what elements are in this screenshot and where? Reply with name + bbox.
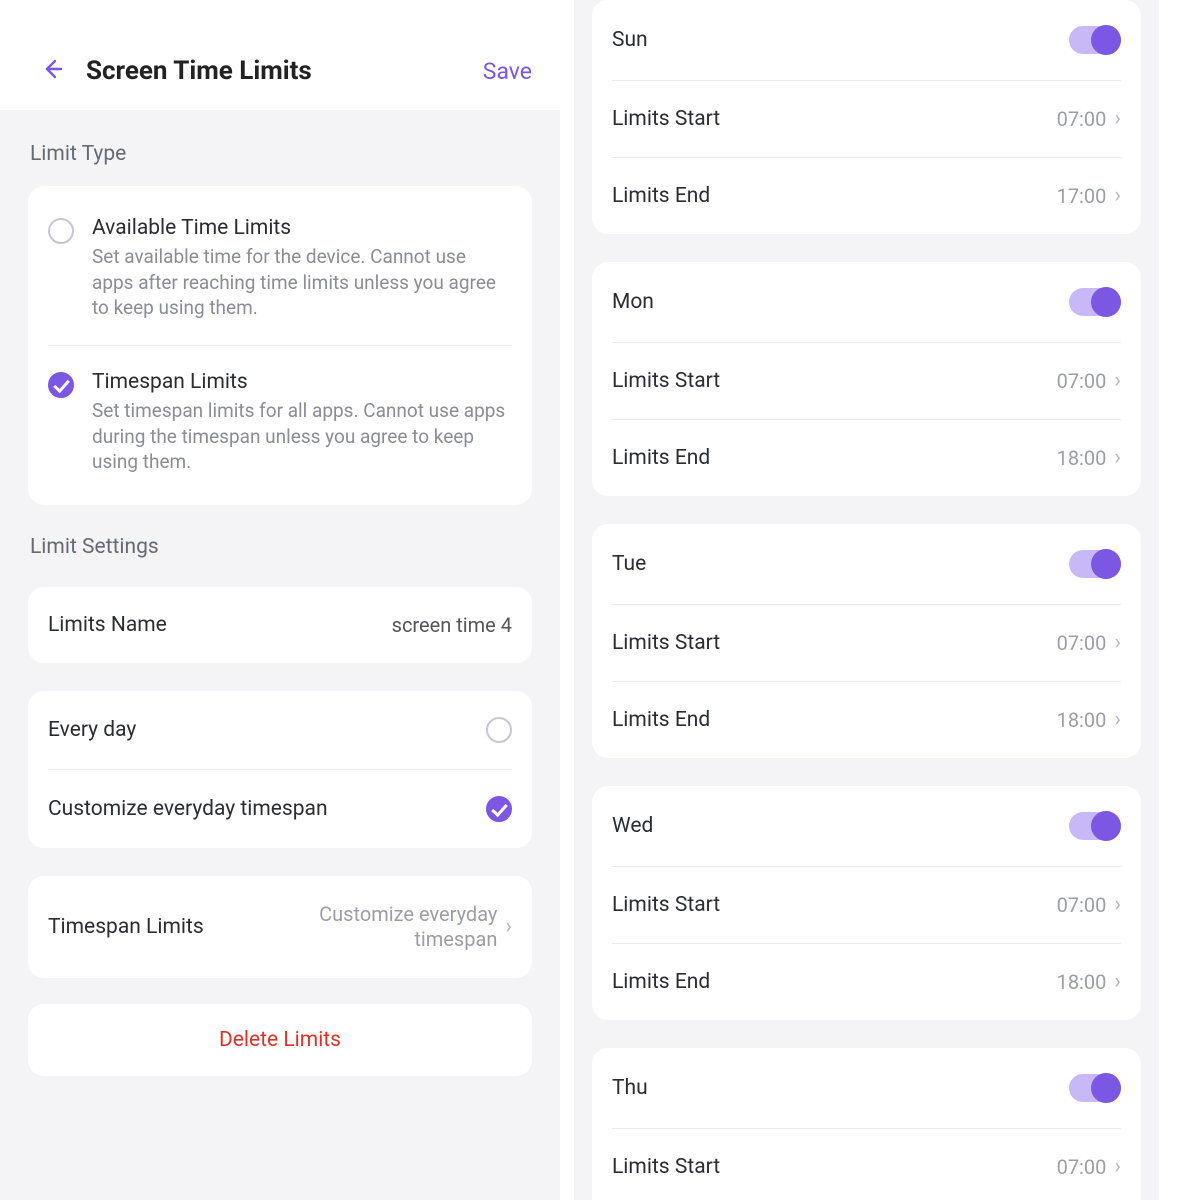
limits-end-row[interactable]: Limits End17:00 › (612, 157, 1121, 234)
chevron-right-icon: › (1114, 971, 1121, 993)
chevron-right-icon: › (1114, 370, 1121, 392)
limits-end-row[interactable]: Limits End18:00 › (612, 943, 1121, 1020)
timespan-label: Timespan Limits (48, 915, 277, 939)
day-name: Sun (612, 28, 1069, 52)
limits-start-value: 07:00 (1057, 631, 1107, 655)
day-name: Wed (612, 814, 1069, 838)
limits-end-value: 18:00 (1057, 970, 1107, 994)
limits-end-label: Limits End (612, 446, 1057, 470)
schedule-option-label: Customize everyday timespan (48, 797, 486, 821)
limit-type-desc: Set available time for the device. Canno… (92, 244, 512, 321)
limits-end-row[interactable]: Limits End18:00 › (612, 681, 1121, 758)
limits-name-label: Limits Name (48, 613, 392, 637)
schedule-option-customize[interactable]: Customize everyday timespan (48, 769, 512, 848)
chevron-right-icon: › (1114, 709, 1121, 731)
day-card-thu: ThuLimits Start07:00›Limits End18:00› (592, 1048, 1141, 1200)
limit-type-title: Timespan Limits (92, 370, 512, 394)
limits-start-row[interactable]: Limits Start07:00 › (612, 80, 1121, 157)
day-header: Mon (612, 262, 1121, 342)
day-toggle[interactable] (1069, 550, 1121, 578)
limits-start-value: 07:00 (1057, 893, 1107, 917)
header: Screen Time Limits Save (0, 0, 560, 110)
limits-end-value: 18:00 (1057, 446, 1107, 470)
day-header: Wed (612, 786, 1121, 866)
limits-start-value: 07:00 (1057, 107, 1107, 131)
day-name: Mon (612, 290, 1069, 314)
limits-start-value: 07:00 (1057, 1155, 1107, 1179)
day-name: Tue (612, 552, 1069, 576)
limit-type-card: Available Time Limits Set available time… (28, 186, 532, 505)
timespan-limits-row[interactable]: Timespan Limits Customize everyday times… (28, 876, 532, 978)
limits-start-value: 07:00 (1057, 369, 1107, 393)
day-toggle[interactable] (1069, 812, 1121, 840)
schedule-option-label: Every day (48, 718, 486, 742)
limits-start-label: Limits Start (612, 631, 1057, 655)
day-card-tue: Tue Limits Start07:00 › Limits End18:00 › (592, 524, 1141, 758)
delete-limits-button[interactable]: Delete Limits (28, 1004, 532, 1076)
day-header: Thu (612, 1048, 1121, 1128)
delete-label: Delete Limits (48, 1004, 512, 1076)
radio-icon[interactable] (48, 218, 74, 244)
day-card-sun: Sun Limits Start07:00 › Limits End17:00 › (592, 0, 1141, 234)
schedule-option-everyday[interactable]: Every day (48, 691, 512, 769)
save-button[interactable]: Save (483, 58, 532, 85)
limits-end-value: 17:00 (1057, 184, 1107, 208)
limit-type-option-available[interactable]: Available Time Limits Set available time… (48, 206, 512, 331)
day-card-wed: Wed Limits Start07:00 › Limits End18:00 › (592, 786, 1141, 1020)
limits-start-label: Limits Start (612, 1155, 1057, 1179)
page-title: Screen Time Limits (86, 56, 461, 86)
limits-name-value: screen time 4 (392, 613, 512, 637)
day-toggle[interactable] (1069, 26, 1121, 54)
day-header: Tue (612, 524, 1121, 604)
limits-start-row[interactable]: Limits Start07:00 › (612, 1128, 1121, 1200)
limit-type-desc: Set timespan limits for all apps. Cannot… (92, 398, 512, 475)
day-card-mon: Mon Limits Start07:00 › Limits End18:00 › (592, 262, 1141, 496)
chevron-right-icon: › (1114, 447, 1121, 469)
back-arrow-icon[interactable] (40, 57, 64, 86)
radio-checked-icon[interactable] (48, 372, 74, 398)
section-limit-type: Limit Type (30, 142, 532, 166)
limits-end-label: Limits End (612, 970, 1057, 994)
chevron-right-icon: › (1114, 108, 1121, 130)
day-name: Thu (612, 1076, 1069, 1100)
limit-type-option-timespan[interactable]: Timespan Limits Set timespan limits for … (48, 345, 512, 485)
chevron-right-icon: › (1114, 894, 1121, 916)
limits-start-row[interactable]: Limits Start07:00 › (612, 342, 1121, 419)
limits-start-row[interactable]: Limits Start07:00 › (612, 604, 1121, 681)
chevron-right-icon: › (1114, 1156, 1121, 1178)
limits-start-label: Limits Start (612, 107, 1057, 131)
day-header: Sun (612, 0, 1121, 80)
chevron-right-icon: › (505, 916, 512, 938)
day-toggle[interactable] (1069, 1074, 1121, 1102)
limits-end-label: Limits End (612, 184, 1057, 208)
day-toggle[interactable] (1069, 288, 1121, 316)
limits-end-value: 18:00 (1057, 708, 1107, 732)
radio-icon[interactable] (486, 717, 512, 743)
timespan-value: Customize everyday timespan (277, 902, 497, 952)
limits-start-label: Limits Start (612, 369, 1057, 393)
limits-name-card[interactable]: Limits Name screen time 4 (28, 587, 532, 663)
chevron-right-icon: › (1114, 632, 1121, 654)
limits-end-row[interactable]: Limits End18:00 › (612, 419, 1121, 496)
limit-type-title: Available Time Limits (92, 216, 512, 240)
radio-checked-icon[interactable] (486, 796, 512, 822)
section-limit-settings: Limit Settings (30, 535, 532, 559)
chevron-right-icon: › (1114, 185, 1121, 207)
limits-end-label: Limits End (612, 708, 1057, 732)
limits-start-label: Limits Start (612, 893, 1057, 917)
schedule-card: Every day Customize everyday timespan (28, 691, 532, 848)
limits-start-row[interactable]: Limits Start07:00 › (612, 866, 1121, 943)
